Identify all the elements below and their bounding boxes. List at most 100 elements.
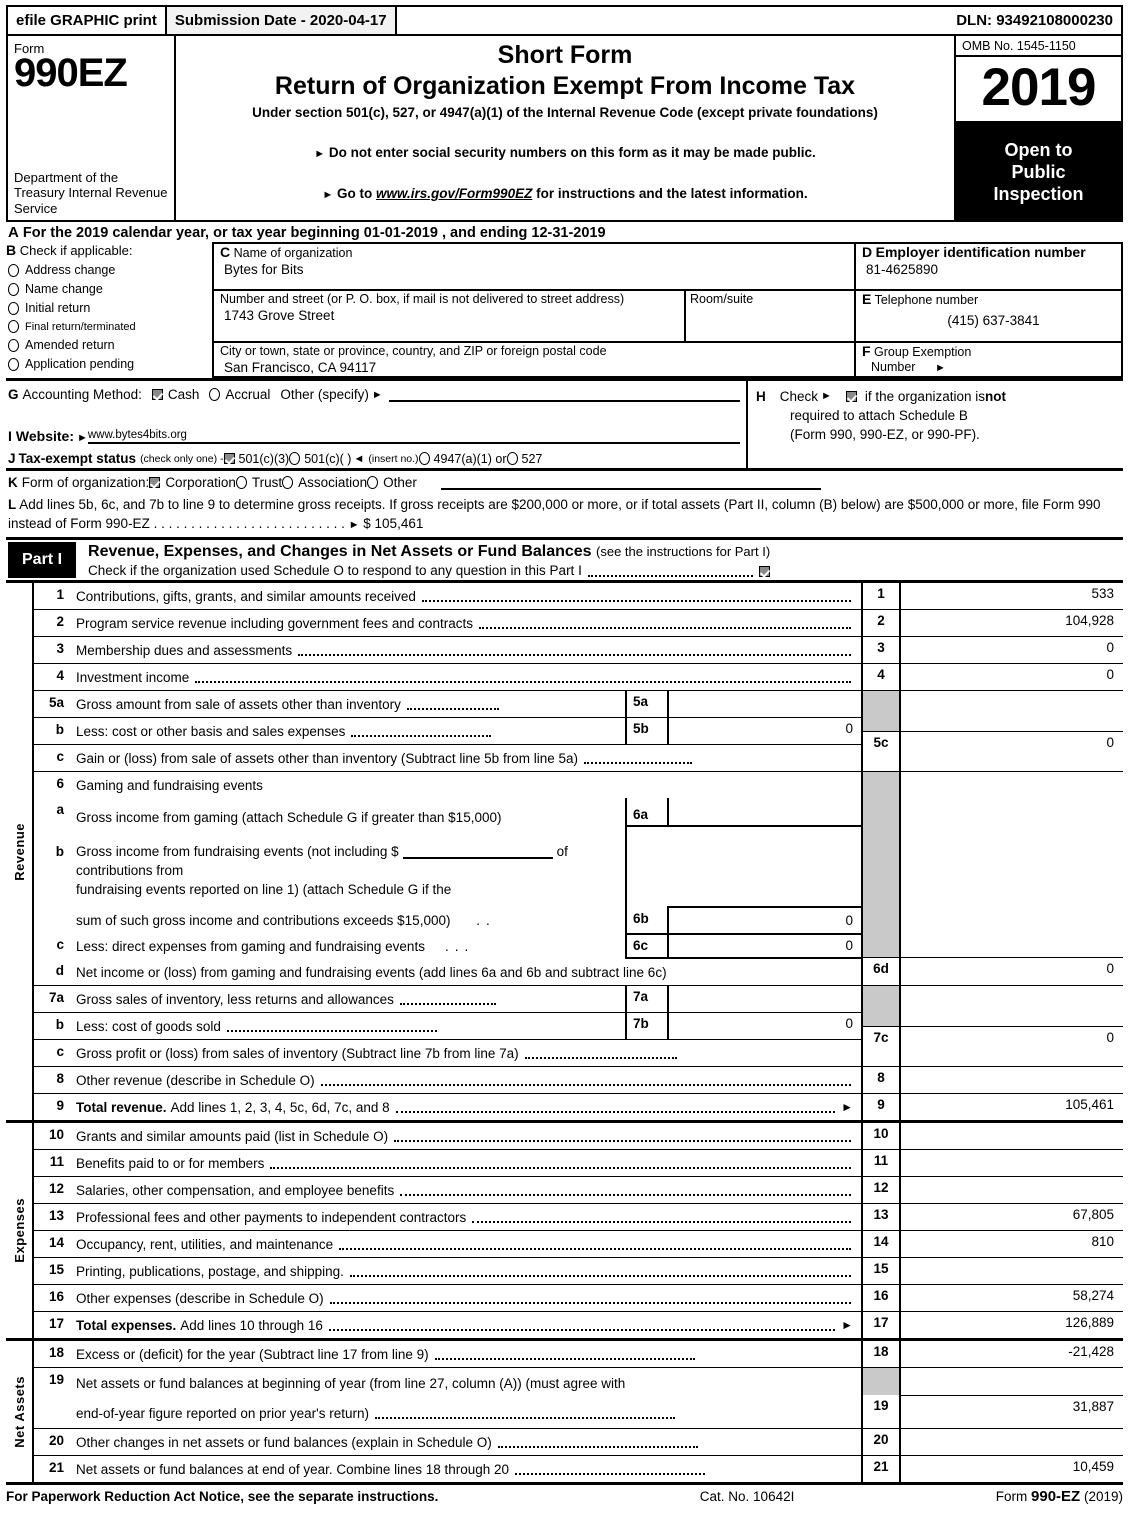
row-value[interactable]: 58,274 bbox=[901, 1285, 1123, 1311]
row-label: Other expenses (describe in Schedule O) bbox=[76, 1291, 324, 1306]
row-value[interactable]: 0 bbox=[901, 958, 1123, 985]
row-text: Program service revenue including govern… bbox=[72, 610, 861, 636]
checkbox-schedule-b-not-required[interactable] bbox=[845, 391, 857, 402]
schedule-o-text: Check if the organization used Schedule … bbox=[88, 563, 582, 578]
table-row: a Gross income from gaming (attach Sched… bbox=[34, 798, 861, 830]
row-number: b bbox=[55, 844, 64, 859]
open-to-text: Open to bbox=[1004, 139, 1073, 160]
schedule-o-dots bbox=[587, 566, 754, 577]
inner-value[interactable]: 0 bbox=[669, 718, 861, 744]
row-value[interactable]: 0 bbox=[901, 637, 1123, 663]
footer-form-prefix: Form bbox=[995, 1489, 1032, 1504]
row-value[interactable] bbox=[901, 1123, 1123, 1149]
oval-checkbox-icon[interactable] bbox=[8, 338, 19, 352]
row-text: Gaming and fundraising events bbox=[72, 772, 625, 798]
oval-checkbox-icon[interactable] bbox=[8, 263, 19, 277]
row-value[interactable]: 0 bbox=[901, 1027, 1123, 1067]
inner-code: 6c bbox=[627, 933, 669, 959]
checkbox-application-pending[interactable]: Application pending bbox=[8, 357, 208, 371]
row-label-bold: Total revenue. bbox=[76, 1100, 167, 1115]
checkbox-other-org[interactable] bbox=[367, 476, 379, 489]
revenue-vertical-label: Revenue bbox=[6, 583, 34, 1120]
line-19-cell: 19 31,887 bbox=[861, 1395, 1123, 1428]
inner-value[interactable]: 0 bbox=[669, 1013, 861, 1039]
website-value[interactable]: www.bytes4bits.org bbox=[87, 429, 740, 444]
oval-checkbox-icon[interactable] bbox=[8, 320, 19, 333]
checkbox-final-return-terminated[interactable]: Final return/terminated bbox=[8, 320, 208, 333]
row-value[interactable]: -21,428 bbox=[901, 1341, 1123, 1367]
inner-code: 5a bbox=[627, 691, 669, 717]
checkbox-schedule-o[interactable] bbox=[759, 565, 771, 577]
row-text: Gain or (loss) from sale of assets other… bbox=[72, 745, 861, 771]
row-value[interactable]: 31,887 bbox=[901, 1395, 1123, 1428]
checkbox-name-change[interactable]: Name change bbox=[8, 282, 208, 296]
department-label: Department of the Treasury Internal Reve… bbox=[14, 169, 168, 216]
checkbox-4947a1[interactable] bbox=[418, 452, 430, 465]
row-value[interactable] bbox=[901, 1150, 1123, 1176]
inner-value[interactable] bbox=[669, 986, 861, 1012]
irs-form990ez-link[interactable]: www.irs.gov/Form990EZ bbox=[376, 186, 532, 201]
fundraising-contrib-input[interactable] bbox=[402, 843, 553, 859]
checkbox-527[interactable] bbox=[506, 452, 518, 465]
checkbox-accrual[interactable] bbox=[209, 388, 221, 401]
row-code: 15 bbox=[861, 1258, 901, 1284]
row-value[interactable] bbox=[901, 1177, 1123, 1203]
oval-checkbox-icon[interactable] bbox=[8, 301, 19, 315]
block-k-wrap: K Form of organization: Corporation Trus… bbox=[6, 468, 1123, 492]
catalog-number: Cat. No. 10642I bbox=[699, 1489, 795, 1504]
row-number: c bbox=[56, 749, 64, 764]
row-value[interactable]: 10,459 bbox=[901, 1456, 1123, 1482]
checkbox-address-change[interactable]: Address change bbox=[8, 263, 208, 277]
leader-dots bbox=[298, 645, 851, 656]
other-org-input[interactable] bbox=[440, 475, 821, 490]
row-code: 18 bbox=[861, 1341, 901, 1367]
inner-value[interactable]: 0 bbox=[669, 933, 861, 959]
row-text: Benefits paid to or for members bbox=[72, 1150, 861, 1176]
row-label-pre: Gross income from fundraising events (no… bbox=[76, 844, 399, 859]
checkbox-corporation[interactable] bbox=[149, 477, 161, 488]
line-5-group: 5a Gross amount from sale of assets othe… bbox=[34, 691, 1123, 771]
row-value[interactable]: 0 bbox=[901, 732, 1123, 772]
block-h-text-1: if the organization is bbox=[864, 389, 985, 404]
checkbox-initial-return[interactable]: Initial return bbox=[8, 301, 208, 315]
telephone-label-text: Telephone number bbox=[874, 293, 979, 307]
leader-dots bbox=[349, 1266, 851, 1277]
row-value[interactable] bbox=[901, 1258, 1123, 1284]
ein-label-text: Employer identification number bbox=[875, 244, 1086, 260]
checkbox-amended-return-label: Amended return bbox=[25, 338, 115, 352]
row-value[interactable] bbox=[901, 1429, 1123, 1455]
oval-checkbox-icon[interactable] bbox=[8, 357, 19, 371]
checkbox-501c3[interactable] bbox=[223, 453, 235, 464]
row-value[interactable]: 104,928 bbox=[901, 610, 1123, 636]
accounting-other-input[interactable] bbox=[388, 387, 740, 402]
row-code: 3 bbox=[861, 637, 901, 663]
row-value[interactable]: 0 bbox=[901, 664, 1123, 690]
row-text: Gross income from gaming (attach Schedul… bbox=[72, 798, 625, 830]
inner-value[interactable] bbox=[669, 798, 861, 827]
row-code: 5c bbox=[861, 731, 901, 771]
row-value[interactable]: 67,805 bbox=[901, 1204, 1123, 1230]
row-label: Gain or (loss) from sale of assets other… bbox=[76, 751, 578, 766]
row-value[interactable] bbox=[901, 1067, 1123, 1093]
block-f-letter: F bbox=[862, 343, 871, 359]
row-text: Gross amount from sale of assets other t… bbox=[72, 691, 625, 717]
row-label: Excess or (deficit) for the year (Subtra… bbox=[76, 1347, 429, 1362]
row-label: Occupancy, rent, utilities, and maintena… bbox=[76, 1237, 334, 1252]
inner-value[interactable]: 0 bbox=[669, 906, 861, 933]
group-exemption-number-row: Number ► bbox=[862, 360, 1121, 376]
row-value[interactable]: 810 bbox=[901, 1231, 1123, 1257]
inner-value[interactable] bbox=[669, 691, 861, 717]
row-value[interactable]: 533 bbox=[901, 583, 1123, 609]
row-value[interactable]: 126,889 bbox=[901, 1312, 1123, 1338]
shaded-value bbox=[901, 1368, 1123, 1395]
checkbox-527-label: 527 bbox=[521, 451, 543, 466]
oval-checkbox-icon[interactable] bbox=[8, 282, 19, 296]
row-value[interactable]: 105,461 bbox=[901, 1094, 1123, 1120]
checkbox-501c[interactable] bbox=[289, 452, 301, 465]
checkbox-cash[interactable] bbox=[151, 389, 163, 400]
checkbox-trust[interactable] bbox=[235, 476, 247, 489]
checkbox-amended-return[interactable]: Amended return bbox=[8, 338, 208, 352]
checkbox-association[interactable] bbox=[282, 476, 294, 489]
line-7-right: 7c 0 bbox=[861, 986, 1123, 1066]
row-text: Excess or (deficit) for the year (Subtra… bbox=[72, 1341, 861, 1367]
